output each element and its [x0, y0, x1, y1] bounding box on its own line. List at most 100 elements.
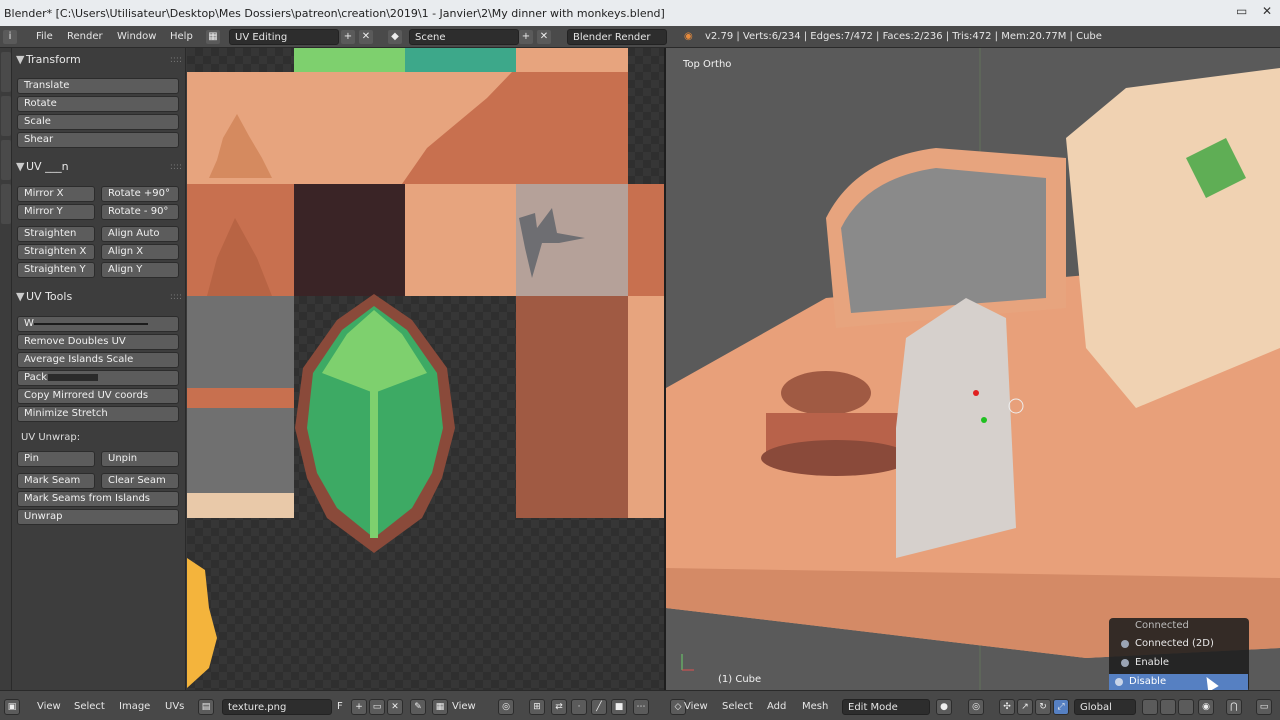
layer-button-3[interactable]: [1178, 699, 1194, 715]
layer-button-1[interactable]: [1142, 699, 1158, 715]
vertex-select-icon[interactable]: ·: [571, 699, 587, 715]
fake-user-toggle[interactable]: F: [337, 699, 343, 715]
tab-create[interactable]: [1, 96, 11, 136]
uv-tools-panel-header[interactable]: ▼ UV Tools ::::: [16, 288, 184, 306]
mark-seams-from-islands-button[interactable]: Mark Seams from Islands: [17, 491, 179, 507]
unwrap-button[interactable]: Unwrap: [17, 509, 179, 525]
minimize-stretch-button[interactable]: Minimize Stretch: [17, 406, 179, 422]
face-select-icon[interactable]: ■: [611, 699, 627, 715]
uv-menu-select[interactable]: Select: [74, 699, 105, 715]
drag-handle-icon[interactable]: ::::: [170, 51, 182, 69]
menu-render[interactable]: Render: [67, 29, 103, 45]
rotate-plus-90-button[interactable]: Rotate +90°: [101, 186, 179, 202]
mark-seam-button[interactable]: Mark Seam: [17, 473, 95, 489]
transform-panel-header[interactable]: ▼ Transform ::::: [16, 51, 184, 69]
manipulator-icon[interactable]: ✣: [999, 699, 1015, 715]
orientation-selector[interactable]: Global: [1074, 699, 1136, 715]
view-mode-icon[interactable]: ▦: [432, 699, 448, 715]
snap-magnet-icon[interactable]: ⋂: [1226, 699, 1242, 715]
open-image-icon[interactable]: ▭: [369, 699, 385, 715]
close-icon[interactable]: ✕: [1262, 4, 1272, 18]
render-engine-selector[interactable]: Blender Render: [567, 29, 667, 45]
layer-button-2[interactable]: [1160, 699, 1176, 715]
snap-icon[interactable]: ⋯: [633, 699, 649, 715]
remove-layout-icon[interactable]: ✕: [359, 30, 373, 44]
pin-image-icon[interactable]: ✎: [410, 699, 426, 715]
straighten-y-button[interactable]: Straighten Y: [17, 262, 95, 278]
scale-manipulator-icon[interactable]: ⤢: [1053, 699, 1069, 715]
pivot-icon[interactable]: ◎: [498, 699, 514, 715]
remove-doubles-uv-button[interactable]: Remove Doubles UV: [17, 334, 179, 350]
align-y-button[interactable]: Align Y: [101, 262, 179, 278]
edge-select-icon[interactable]: ╱: [591, 699, 607, 715]
view3d-menu-mesh[interactable]: Mesh: [802, 699, 828, 715]
scene-selector[interactable]: Scene: [409, 29, 519, 45]
view3d-menu-add[interactable]: Add: [767, 699, 786, 715]
view3d-menu-view[interactable]: View: [684, 699, 708, 715]
scene-stats: v2.79 | Verts:6/234 | Edges:7/472 | Face…: [705, 31, 1102, 42]
uv-menu-uvs[interactable]: UVs: [165, 699, 184, 715]
mode-selector[interactable]: Edit Mode: [842, 699, 930, 715]
weld-button[interactable]: W: [17, 316, 179, 332]
render-preview-icon[interactable]: ▭: [1256, 699, 1272, 715]
view3d-menu-select[interactable]: Select: [722, 699, 753, 715]
unpin-button[interactable]: Unpin: [101, 451, 179, 467]
pin-button[interactable]: Pin: [17, 451, 95, 467]
scale-button[interactable]: Scale: [17, 114, 179, 130]
uv-menu-image[interactable]: Image: [119, 699, 150, 715]
image-browse-icon[interactable]: ▤: [198, 699, 214, 715]
tab-grease-pencil[interactable]: [1, 184, 11, 224]
scene-icon[interactable]: ◆: [388, 30, 402, 44]
menu-item-connected-2d[interactable]: Connected (2D): [1115, 636, 1247, 652]
remove-scene-icon[interactable]: ✕: [537, 30, 551, 44]
clear-seam-button[interactable]: Clear Seam: [101, 473, 179, 489]
mirror-y-button[interactable]: Mirror Y: [17, 204, 95, 220]
rotate-minus-90-button[interactable]: Rotate - 90°: [101, 204, 179, 220]
menu-item-disable[interactable]: Disable: [1109, 674, 1248, 690]
uv-view-mode-menu[interactable]: View: [452, 699, 476, 715]
uv-sync-icon[interactable]: ⇄: [551, 699, 567, 715]
menu-item-connected[interactable]: Connected: [1115, 618, 1247, 634]
rotate-manipulator-icon[interactable]: ↻: [1035, 699, 1051, 715]
minimize-icon[interactable]: ▭: [1236, 4, 1247, 18]
screen-layout-icon[interactable]: ▦: [206, 30, 220, 44]
mirror-x-button[interactable]: Mirror X: [17, 186, 95, 202]
copy-mirrored-uv-button[interactable]: Copy Mirrored UV coords: [17, 388, 179, 404]
rotate-button[interactable]: Rotate: [17, 96, 179, 112]
uv-editor-type-icon[interactable]: ▣: [4, 699, 20, 715]
menu-help[interactable]: Help: [170, 29, 193, 45]
translate-button[interactable]: Translate: [17, 78, 179, 94]
tab-options[interactable]: [1, 140, 11, 180]
translate-manipulator-icon[interactable]: ↗: [1017, 699, 1033, 715]
menu-file[interactable]: File: [36, 29, 53, 45]
viewport-scene[interactable]: [666, 48, 1280, 690]
add-scene-icon[interactable]: +: [519, 30, 533, 44]
new-image-icon[interactable]: +: [351, 699, 367, 715]
average-islands-scale-button[interactable]: Average Islands Scale: [17, 352, 179, 368]
shading-mode-icon[interactable]: ●: [936, 699, 952, 715]
shear-button[interactable]: Shear: [17, 132, 179, 148]
tab-tools[interactable]: [1, 52, 11, 92]
pack-islands-button[interactable]: Pack: [17, 370, 179, 386]
layout-selector[interactable]: UV Editing: [229, 29, 339, 45]
align-auto-button[interactable]: Align Auto: [101, 226, 179, 242]
menu-window[interactable]: Window: [117, 29, 156, 45]
texture-canvas[interactable]: [187, 48, 665, 690]
3d-viewport[interactable]: Top Ortho (1) Cube: [666, 48, 1280, 690]
drag-handle-icon[interactable]: ::::: [170, 288, 182, 306]
image-name-field[interactable]: texture.png: [222, 699, 332, 715]
unlink-image-icon[interactable]: ✕: [387, 699, 403, 715]
straighten-x-button[interactable]: Straighten X: [17, 244, 95, 260]
info-editor-type-icon[interactable]: i: [3, 30, 17, 44]
align-x-button[interactable]: Align X: [101, 244, 179, 260]
pivot-point-icon[interactable]: ◎: [968, 699, 984, 715]
uv-menu-view[interactable]: View: [37, 699, 61, 715]
sticky-selection-icon[interactable]: ⊞: [529, 699, 545, 715]
straighten-button[interactable]: Straighten: [17, 226, 95, 242]
add-layout-icon[interactable]: +: [341, 30, 355, 44]
proportional-edit-icon[interactable]: ◉: [1198, 699, 1214, 715]
uv-image-editor[interactable]: [187, 48, 665, 690]
uv-align-panel-header[interactable]: ▼ UV ___n ::::: [16, 158, 184, 176]
drag-handle-icon[interactable]: ::::: [170, 158, 182, 176]
menu-item-enable[interactable]: Enable: [1115, 655, 1247, 671]
